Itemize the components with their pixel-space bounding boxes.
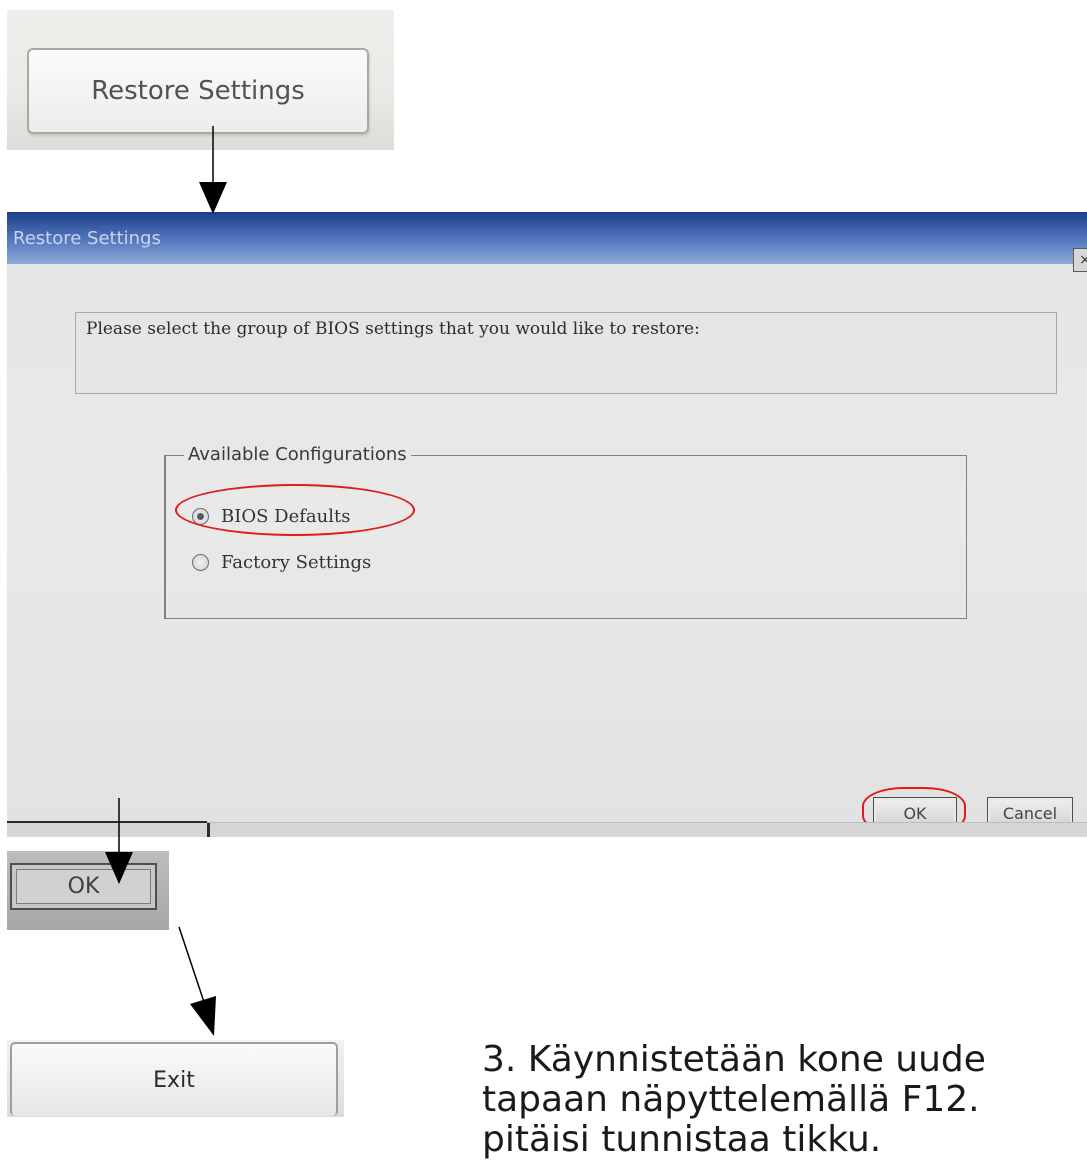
arrow-head-icon xyxy=(190,996,216,1036)
arrow-dialog-to-ok xyxy=(105,798,133,884)
flow-arrows xyxy=(105,126,227,1036)
arrow-step1-to-dialog xyxy=(199,126,227,214)
caption-line: pitäisi tunnistaa tikku. xyxy=(482,1119,882,1160)
arrow-head-icon xyxy=(199,182,227,214)
arrow-ok-to-exit xyxy=(178,926,216,1036)
arrow-head-icon xyxy=(105,852,133,884)
